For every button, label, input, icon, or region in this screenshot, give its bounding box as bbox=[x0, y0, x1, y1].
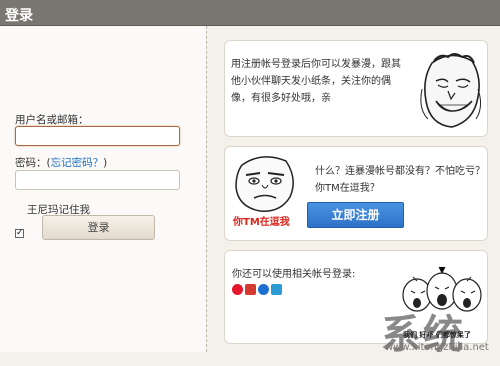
renren-icon[interactable] bbox=[245, 284, 256, 295]
register-line: 你TM在逗我？ bbox=[315, 183, 380, 194]
skeptical-meme-face-icon bbox=[235, 156, 294, 212]
password-label-row: 密码：(忘记密码？) bbox=[15, 155, 107, 170]
info-panel: 用注册帐号登录后你可以发暴漫，跟其 他小伙伴聊天发小纸条，关注你的偶 像，有很多… bbox=[207, 26, 500, 358]
tencent-weibo-icon[interactable] bbox=[271, 284, 282, 295]
intro-line: 像，有很多好处哦，亲 bbox=[231, 93, 331, 104]
weibo-icon[interactable] bbox=[232, 284, 243, 295]
username-input[interactable] bbox=[15, 126, 180, 146]
qq-icon[interactable] bbox=[258, 284, 269, 295]
password-paren-close: ) bbox=[103, 157, 108, 169]
watermark-url: www.xitongzhijia.net bbox=[385, 342, 489, 353]
remember-me-checkbox[interactable]: ✓ bbox=[15, 229, 24, 238]
login-form: 用户名或邮箱： 密码：(忘记密码？) ✓ 王尼玛记住我 登录 bbox=[0, 26, 206, 352]
title-bar: 登录 bbox=[0, 0, 500, 26]
register-line: 什么？连暴漫帐号都没有？不怕吃亏？ bbox=[315, 166, 485, 177]
register-button[interactable]: 立即注册 bbox=[307, 202, 404, 228]
meme-caption: 你TM在逗我 bbox=[233, 217, 290, 228]
password-label: 密码： bbox=[15, 157, 47, 169]
intro-line: 用注册帐号登录后你可以发暴漫，跟其 bbox=[231, 59, 401, 70]
register-text: 什么？连暴漫帐号都没有？不怕吃亏？ 你TM在逗我？ bbox=[315, 163, 487, 197]
intro-text: 用注册帐号登录后你可以发暴漫，跟其 他小伙伴聊天发小纸条，关注你的偶 像，有很多… bbox=[231, 56, 421, 107]
login-button[interactable]: 登录 bbox=[42, 215, 155, 240]
window-title: 登录 bbox=[5, 8, 33, 24]
forgot-password-link[interactable]: 忘记密码？ bbox=[51, 157, 104, 169]
laughing-meme-face-icon bbox=[420, 53, 482, 128]
intro-card: 用注册帐号登录后你可以发暴漫，跟其 他小伙伴聊天发小纸条，关注你的偶 像，有很多… bbox=[224, 40, 488, 137]
password-input[interactable] bbox=[15, 170, 180, 190]
social-login-text: 你还可以使用相关帐号登录: bbox=[232, 269, 356, 280]
register-card: 你TM在逗我 什么？连暴漫帐号都没有？不怕吃亏？ 你TM在逗我？ 立即注册 bbox=[224, 146, 488, 241]
username-label: 用户名或邮箱： bbox=[15, 114, 89, 126]
intro-line: 他小伙伴聊天发小纸条，关注你的偶 bbox=[231, 76, 391, 87]
